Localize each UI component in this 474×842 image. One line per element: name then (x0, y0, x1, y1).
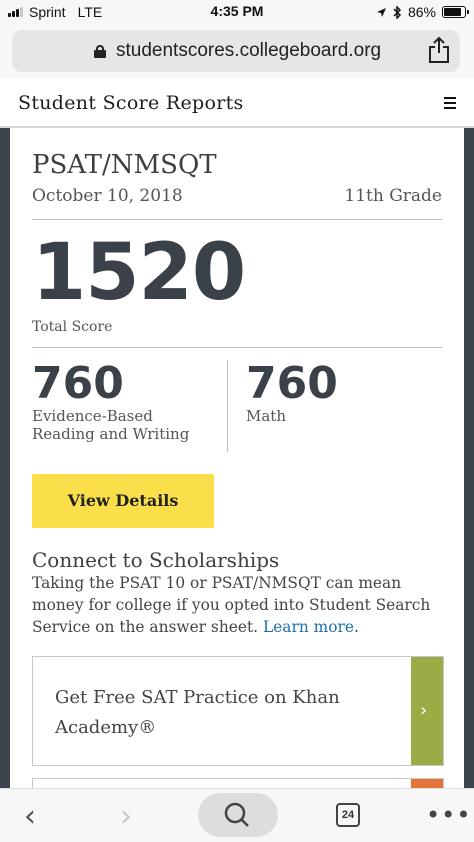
promo-text[interactable]: Get Free SAT Practice on Khan Academy® (55, 683, 375, 743)
share-icon[interactable] (426, 36, 452, 64)
battery-percent: 86% (407, 4, 436, 20)
browser-toolbar: ‹ › 24 ••• (0, 788, 474, 842)
section-score-math: 760 Math (246, 358, 436, 425)
promo-arrow-button[interactable]: › (411, 657, 443, 765)
url-text[interactable]: studentscores.collegeboard.org (116, 40, 381, 62)
search-icon (224, 802, 249, 827)
section-score-value: 760 (32, 358, 124, 409)
back-icon[interactable]: ‹ (10, 789, 50, 842)
status-bar: Sprint LTE 4:35 PM 86% (0, 0, 474, 24)
section-score-label: Math (246, 407, 436, 425)
section-label-line: Reading and Writing (32, 425, 190, 443)
section-score-value: 760 (246, 358, 338, 409)
location-icon (376, 7, 386, 17)
khan-academy-promo[interactable]: Get Free SAT Practice on Khan Academy® › (32, 656, 444, 766)
menu-icon[interactable] (444, 97, 456, 109)
total-score: 1520 (32, 228, 246, 318)
scholarships-body: Taking the PSAT 10 or PSAT/NMSQT can mea… (32, 574, 431, 636)
battery-icon (442, 6, 469, 18)
punctuation: . (353, 618, 359, 636)
section-score-ebrw: 760 Evidence-Based Reading and Writing (32, 358, 217, 443)
forward-icon[interactable]: › (106, 789, 146, 842)
learn-more-link[interactable]: Learn more (263, 618, 354, 636)
browser-address-area: studentscores.collegeboard.org (0, 24, 474, 78)
more-icon[interactable]: ••• (426, 801, 470, 831)
section-divider (227, 360, 228, 452)
exam-name: PSAT/NMSQT (32, 150, 217, 180)
site-title[interactable]: Student Score Reports (18, 92, 244, 114)
section-label-line: Math (246, 407, 286, 425)
divider (32, 219, 442, 220)
tabs-button[interactable]: 24 (336, 803, 360, 827)
chevron-right-icon: › (420, 700, 428, 721)
grade-level: 11th Grade (344, 186, 442, 206)
section-label-line: Evidence-Based (32, 407, 153, 425)
lock-icon (94, 45, 106, 58)
view-details-button[interactable]: View Details (32, 474, 214, 528)
address-bar[interactable]: studentscores.collegeboard.org (12, 30, 460, 72)
score-card: PSAT/NMSQT October 10, 2018 11th Grade 1… (10, 128, 464, 799)
scholarships-title: Connect to Scholarships (32, 548, 280, 572)
site-header: Student Score Reports (0, 78, 474, 128)
test-date: October 10, 2018 (32, 186, 183, 206)
section-score-label: Evidence-Based Reading and Writing (32, 407, 217, 443)
bluetooth-icon (393, 5, 402, 19)
content-frame: PSAT/NMSQT October 10, 2018 11th Grade 1… (0, 128, 474, 799)
scholarships-text: Taking the PSAT 10 or PSAT/NMSQT can mea… (32, 572, 444, 638)
search-button[interactable] (198, 793, 278, 837)
total-score-label: Total Score (32, 319, 113, 335)
divider (32, 347, 442, 348)
